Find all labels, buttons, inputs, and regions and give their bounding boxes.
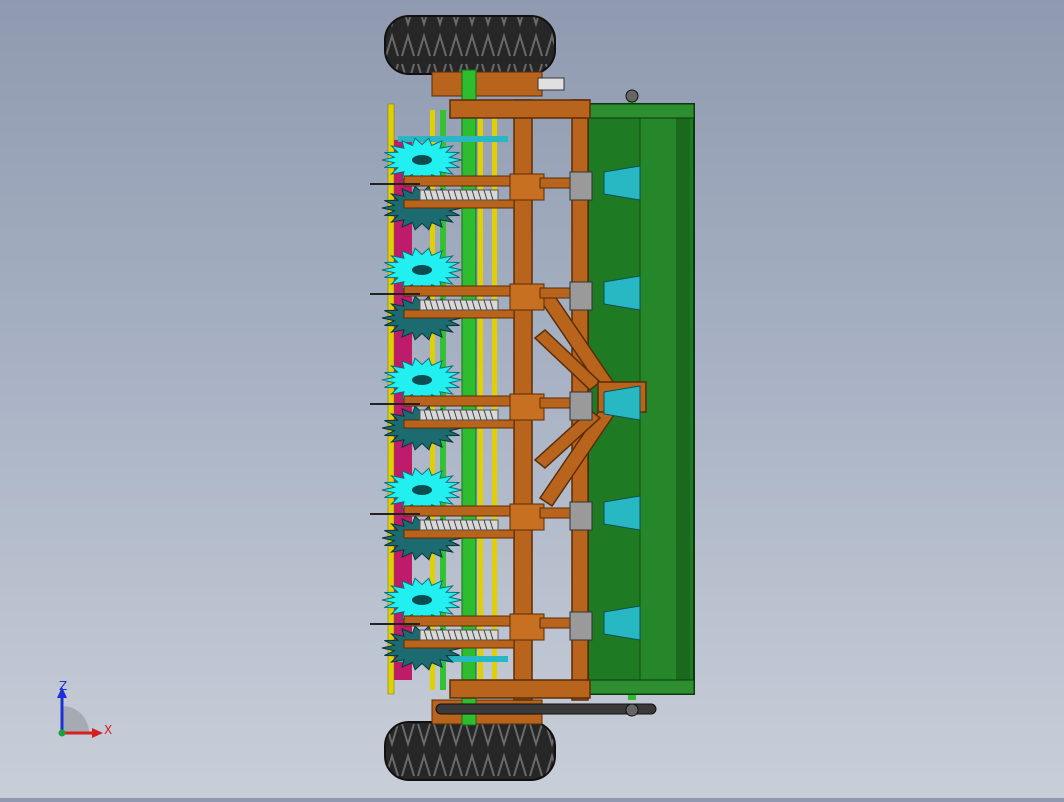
row-arm: [403, 615, 515, 627]
disc-hub: [412, 265, 432, 275]
disc-hub: [412, 375, 432, 385]
triad-origin: [58, 729, 66, 737]
row-arm-lower: [403, 529, 515, 539]
x-axis-arrow: [92, 728, 103, 738]
z-axis-label: Z: [59, 679, 68, 693]
row-arm-lower: [403, 309, 515, 319]
cad-viewport[interactable]: Z X: [0, 0, 1064, 798]
seed-meter: [603, 275, 641, 311]
row-arm-lower: [403, 419, 515, 429]
top-sprocket: [625, 89, 639, 103]
seed-meter: [603, 495, 641, 531]
row-arm-lower: [403, 199, 515, 209]
seed-meter: [603, 385, 641, 421]
beam-clamp: [569, 391, 593, 421]
row-arm-lower: [403, 639, 515, 649]
seed-meter: [603, 165, 641, 201]
row-arm: [403, 505, 515, 517]
bottom-wheel[interactable]: [384, 721, 556, 781]
row-clamp: [509, 503, 545, 531]
top-hub: [537, 77, 565, 91]
row-arm: [403, 175, 515, 187]
top-wheel-mount: [431, 71, 543, 97]
disc-hub: [412, 485, 432, 495]
row-clamp: [509, 393, 545, 421]
beam-clamp: [569, 171, 593, 201]
orientation-triad[interactable]: Z X: [48, 676, 118, 746]
row-clamp: [509, 283, 545, 311]
top-wheel[interactable]: [384, 15, 556, 75]
row-clamp: [509, 613, 545, 641]
row-arm: [403, 285, 515, 297]
drive-chain: [435, 703, 657, 715]
seeder-model[interactable]: [0, 0, 1064, 798]
beam-clamp: [569, 281, 593, 311]
triad-quadrant: [62, 706, 89, 733]
disc-hub: [412, 155, 432, 165]
disc-hub: [412, 595, 432, 605]
chain-sprocket: [625, 703, 639, 717]
x-axis-label: X: [104, 723, 113, 737]
seed-meter: [603, 605, 641, 641]
row-clamp: [509, 173, 545, 201]
beam-clamp: [569, 611, 593, 641]
beam-clamp: [569, 501, 593, 531]
row-arm: [403, 395, 515, 407]
